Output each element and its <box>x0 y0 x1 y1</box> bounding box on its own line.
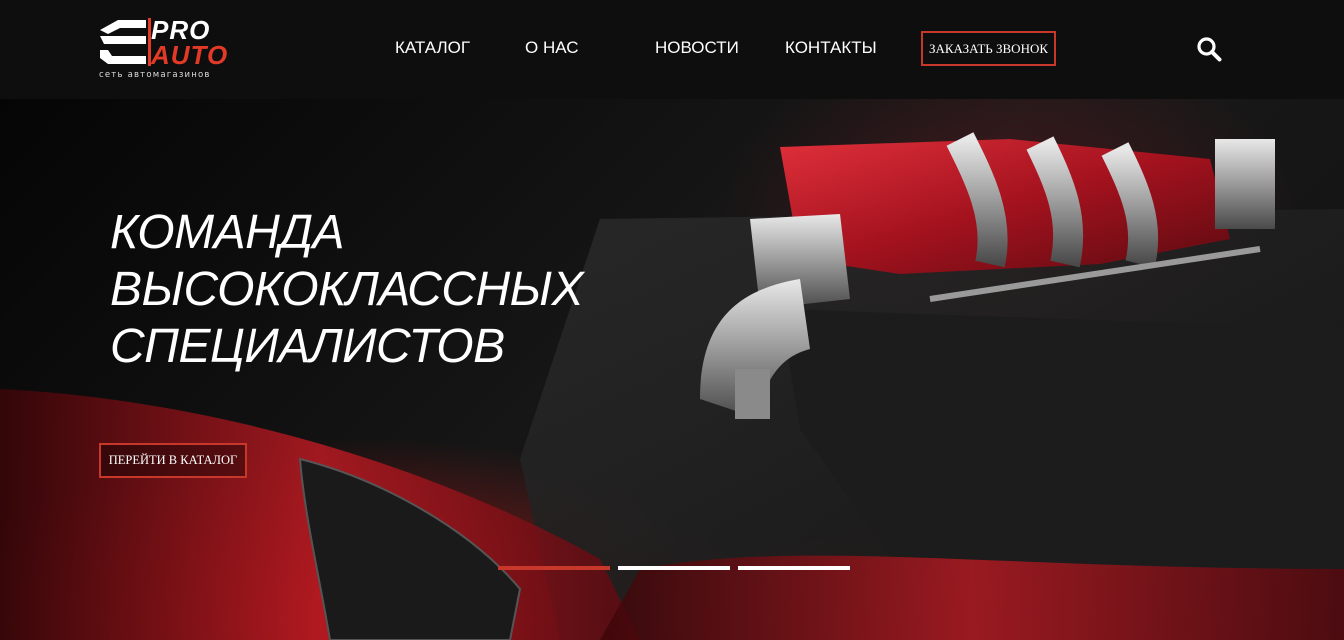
site-header: PRO AUTO сеть автомагазинов КАТАЛОГ О НА… <box>0 0 1344 99</box>
slider-dot-3[interactable] <box>738 566 850 570</box>
request-call-button[interactable]: ЗАКАЗАТЬ ЗВОНОК <box>921 31 1056 66</box>
slider-dot-1[interactable] <box>498 566 610 570</box>
search-icon[interactable] <box>1196 36 1222 62</box>
headline-line: СПЕЦИАЛИСТОВ <box>110 320 505 373</box>
nav-about[interactable]: О НАС <box>525 39 578 57</box>
hero-slider: КОМАНДА ВЫСОКОКЛАССНЫХ СПЕЦИАЛИСТОВ ПЕРЕ… <box>0 99 1344 640</box>
logo-car-icon <box>100 18 151 66</box>
logo-auto-text: AUTO <box>151 40 229 70</box>
nav-contacts[interactable]: КОНТАКТЫ <box>785 39 877 57</box>
headline-line: КОМАНДА <box>110 206 345 259</box>
headline-line: ВЫСОКОКЛАССНЫХ <box>110 263 584 316</box>
logo-tagline: сеть автомагазинов <box>99 70 211 80</box>
go-to-catalog-button[interactable]: ПЕРЕЙТИ В КАТАЛОГ <box>99 443 247 478</box>
logo[interactable]: PRO AUTO сеть автомагазинов <box>98 16 238 82</box>
nav-catalog[interactable]: КАТАЛОГ <box>395 39 470 57</box>
hero-headline: КОМАНДА ВЫСОКОКЛАССНЫХ СПЕЦИАЛИСТОВ <box>110 204 710 375</box>
nav-news[interactable]: НОВОСТИ <box>655 39 739 57</box>
slider-dot-2[interactable] <box>618 566 730 570</box>
